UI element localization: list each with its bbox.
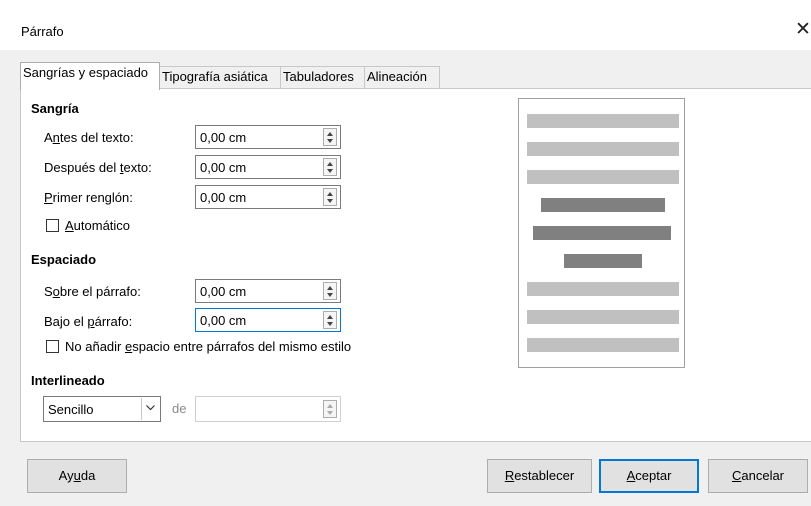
preview-line <box>541 198 665 212</box>
preview-line <box>527 282 679 296</box>
first-line-field[interactable]: 0,00 cm <box>195 185 341 209</box>
field-value: 0,00 cm <box>200 284 247 299</box>
help-button[interactable]: Ayuda <box>27 459 127 493</box>
before-text-label: Antes del texto: <box>44 130 134 145</box>
select-value: Sencillo <box>48 402 94 417</box>
line-spacing-value-field[interactable] <box>195 396 341 422</box>
field-value: 0,00 cm <box>200 130 247 145</box>
line-spacing-heading: Interlineado <box>31 373 105 388</box>
cancel-button[interactable]: Cancelar <box>708 459 808 493</box>
spacing-heading: Espaciado <box>31 252 97 267</box>
field-value: 0,00 cm <box>200 160 247 175</box>
of-label: de <box>172 401 187 416</box>
field-value: 0,00 cm <box>200 190 247 205</box>
spin-button[interactable] <box>323 188 337 206</box>
spin-button[interactable] <box>323 282 337 300</box>
tab-label: Tabuladores <box>283 69 354 84</box>
before-text-field[interactable]: 0,00 cm <box>195 125 341 149</box>
tab-tabs[interactable]: Tabuladores <box>280 66 365 88</box>
indent-heading: Sangría <box>31 101 79 116</box>
preview-line <box>527 170 679 184</box>
spin-button[interactable] <box>323 311 337 329</box>
spin-button[interactable] <box>323 128 337 146</box>
tab-label: Tipografía asiática <box>162 69 268 84</box>
below-paragraph-field[interactable]: 0,00 cm <box>195 308 341 332</box>
dialog-title: Párrafo <box>21 24 64 39</box>
tab-asian-typography[interactable]: Tipografía asiática <box>159 66 281 88</box>
tab-panel <box>20 88 811 442</box>
preview-line <box>564 254 642 268</box>
automatic-label: Automático <box>65 218 131 233</box>
spin-button <box>323 400 337 418</box>
tab-indents-spacing[interactable]: Sangrías y espaciado <box>20 62 160 90</box>
line-spacing-select[interactable]: Sencillo <box>43 396 161 422</box>
after-text-field[interactable]: 0,00 cm <box>195 155 341 179</box>
no-add-space-label: No añadir espacio entre párrafos del mis… <box>65 339 352 354</box>
chevron-down-icon[interactable] <box>141 398 159 420</box>
above-paragraph-field[interactable]: 0,00 cm <box>195 279 341 303</box>
preview-line <box>527 310 679 324</box>
title-bar: Párrafo ✕ <box>0 0 811 50</box>
preview-line <box>527 142 679 156</box>
ok-button[interactable]: Aceptar <box>599 459 699 493</box>
tab-label: Sangrías y espaciado <box>23 65 149 80</box>
field-value: 0,00 cm <box>200 313 247 328</box>
spin-button[interactable] <box>323 158 337 176</box>
tab-label: Alineación <box>367 69 427 84</box>
preview-line <box>527 338 679 352</box>
after-text-label: Después del texto: <box>44 160 152 175</box>
preview-line <box>533 226 671 240</box>
no-add-space-checkbox[interactable] <box>46 340 59 353</box>
close-icon[interactable]: ✕ <box>795 18 811 41</box>
paragraph-preview <box>518 98 685 368</box>
first-line-label: Primer renglón: <box>44 190 133 205</box>
reset-button[interactable]: Restablecer <box>487 459 592 493</box>
automatic-checkbox[interactable] <box>46 219 59 232</box>
below-paragraph-label: Bajo el párrafo: <box>44 314 133 329</box>
tab-alignment[interactable]: Alineación <box>364 66 440 88</box>
preview-line <box>527 114 679 128</box>
above-paragraph-label: Sobre el párrafo: <box>44 284 141 299</box>
